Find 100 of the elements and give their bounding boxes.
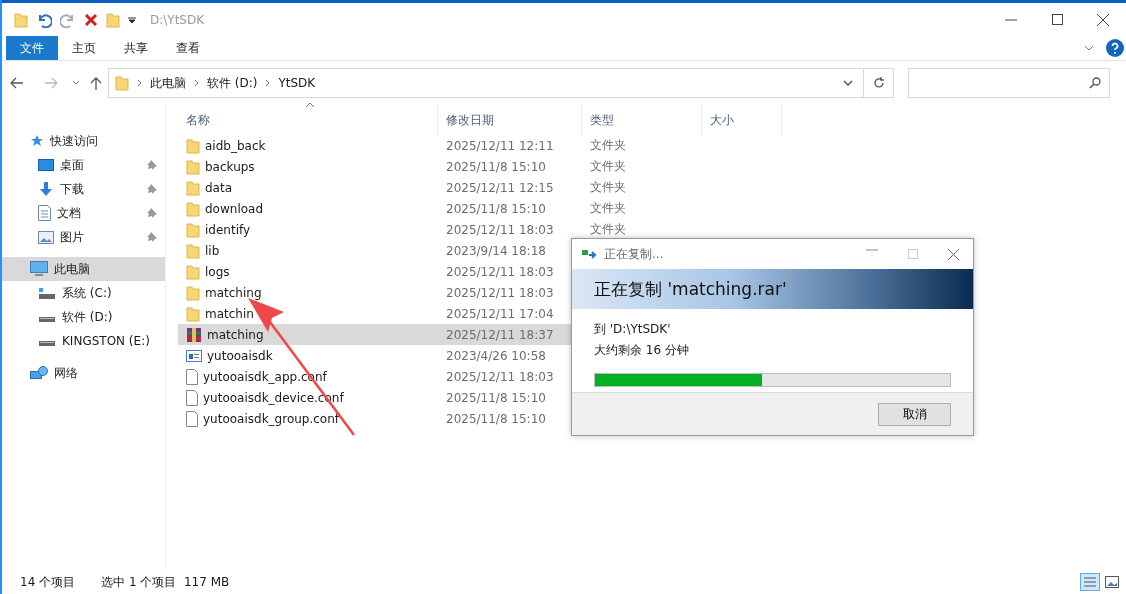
drive-icon xyxy=(39,341,55,346)
ribbon-tab[interactable]: 共享 xyxy=(110,36,162,60)
file-date: 2025/11/8 15:10 xyxy=(445,411,547,426)
item-count: 14 个项目 xyxy=(20,573,76,591)
close-icon[interactable] xyxy=(948,248,959,260)
computer-icon xyxy=(30,261,48,277)
column-header[interactable]: 修改日期 xyxy=(438,105,582,135)
file-row[interactable]: yutooaisdk 2023/4/26 10:58 xyxy=(178,345,572,366)
network-icon xyxy=(30,365,48,381)
folder-icon xyxy=(186,284,200,301)
file-row[interactable]: aidb_back 2025/12/11 12:11 文件夹 xyxy=(178,135,702,156)
nav-item[interactable]: KINGSTON (E:) xyxy=(2,329,165,353)
document-icon xyxy=(38,205,51,221)
file-row[interactable]: lib 2023/9/14 18:18 xyxy=(178,240,572,261)
file-name: lib xyxy=(178,242,438,259)
chevron-right-icon[interactable] xyxy=(137,79,142,87)
pin-icon[interactable] xyxy=(147,232,157,242)
file-name: yutooaisdk xyxy=(178,348,438,363)
file-date: 2025/12/11 18:37 xyxy=(445,327,555,342)
file-name: matching xyxy=(178,326,438,343)
maximize-icon xyxy=(1051,14,1063,25)
help-icon[interactable] xyxy=(1106,39,1124,57)
dropdown-icon[interactable] xyxy=(128,15,136,24)
folder-icon xyxy=(186,179,200,196)
folder-icon xyxy=(186,305,200,322)
nav-item[interactable]: 快速访问 xyxy=(2,129,165,153)
file-row[interactable]: matchin 2025/12/11 17:04 xyxy=(178,303,572,324)
folder-icon xyxy=(115,75,129,91)
file-name: backups xyxy=(178,158,438,175)
drive-icon xyxy=(39,317,55,322)
nav-item[interactable]: 下载 xyxy=(2,177,165,201)
breadcrumb[interactable]: 软件 (D:) xyxy=(207,74,258,92)
column-header[interactable]: 大小 xyxy=(702,105,782,135)
window-title: D:\YtSDK xyxy=(150,12,205,27)
chevron-right-icon[interactable] xyxy=(194,79,199,87)
address-bar[interactable]: 此电脑 软件 (D:) YtSDK xyxy=(108,68,864,98)
chevron-right-icon[interactable] xyxy=(265,79,271,87)
file-date: 2025/11/8 15:10 xyxy=(445,201,547,216)
folder-icon xyxy=(186,200,200,217)
pin-icon[interactable] xyxy=(147,184,157,194)
nav-item[interactable]: 文档 xyxy=(2,201,165,225)
back-icon[interactable] xyxy=(10,77,24,89)
file-row[interactable]: identify 2025/12/11 18:03 文件夹 xyxy=(178,219,702,240)
column-header[interactable]: 类型 xyxy=(582,105,702,135)
breadcrumb[interactable]: YtSDK xyxy=(278,76,316,90)
file-date: 2023/4/26 10:58 xyxy=(445,348,547,363)
cancel-button[interactable]: 取消 xyxy=(878,402,951,426)
minimize-icon xyxy=(1005,18,1017,21)
thumbnail-view-icon[interactable] xyxy=(1102,573,1122,591)
file-date: 2025/11/8 15:10 xyxy=(445,159,547,174)
nav-item[interactable]: 软件 (D:) xyxy=(2,305,165,329)
up-icon[interactable] xyxy=(90,76,102,90)
delete-icon[interactable] xyxy=(84,12,98,27)
pin-icon[interactable] xyxy=(147,160,157,170)
file-row[interactable]: logs 2025/12/11 18:03 xyxy=(178,261,572,282)
chevron-icon[interactable] xyxy=(72,80,80,86)
pin-icon[interactable] xyxy=(147,208,157,218)
window-icon xyxy=(186,348,202,363)
file-type: 文件夹 xyxy=(589,200,627,217)
nav-item[interactable]: 图片 xyxy=(2,225,165,249)
file-row[interactable]: backups 2025/11/8 15:10 文件夹 xyxy=(178,156,702,177)
folder-icon xyxy=(186,263,200,280)
undo-icon[interactable] xyxy=(36,11,52,28)
file-name: identify xyxy=(178,221,438,238)
column-header[interactable]: 名称 xyxy=(178,105,438,135)
file-name: aidb_back xyxy=(178,137,438,154)
file-row[interactable]: download 2025/11/8 15:10 文件夹 xyxy=(178,198,702,219)
chevron-icon[interactable] xyxy=(1084,45,1094,51)
breadcrumb[interactable]: 此电脑 xyxy=(150,74,186,92)
search-icon xyxy=(1089,77,1101,89)
nav-item[interactable]: 此电脑 xyxy=(2,257,165,281)
file-icon xyxy=(186,410,198,427)
copy-icon xyxy=(582,248,598,260)
ribbon-tab[interactable]: 查看 xyxy=(162,36,214,60)
file-name: matchin xyxy=(178,305,438,322)
folder-icon xyxy=(186,158,200,175)
dropdown-icon[interactable] xyxy=(843,80,853,86)
close-icon xyxy=(1097,13,1109,26)
folder-icon xyxy=(106,11,120,28)
file-row[interactable]: matching 2025/12/11 18:03 xyxy=(178,282,572,303)
archive-icon xyxy=(186,326,202,343)
folder-icon xyxy=(186,221,200,238)
selection-info: 选中 1 个项目 117 MB xyxy=(101,573,230,591)
file-row[interactable]: data 2025/12/11 12:15 文件夹 xyxy=(178,177,702,198)
file-row[interactable]: matching 2025/12/11 18:37 xyxy=(178,324,572,345)
nav-item[interactable]: 系统 (C:) xyxy=(2,281,165,305)
folder-icon xyxy=(186,137,200,154)
star-icon xyxy=(30,134,44,148)
search-field[interactable] xyxy=(908,68,1110,98)
dialog-title: 正在复制... xyxy=(604,245,664,263)
refresh-button[interactable] xyxy=(864,68,894,98)
redo-icon[interactable] xyxy=(60,11,76,28)
ribbon-tab[interactable]: 文件 xyxy=(6,36,58,60)
drive-icon xyxy=(38,286,56,300)
file-name: logs xyxy=(178,263,438,280)
pictures-icon xyxy=(38,230,54,244)
nav-item[interactable]: 网络 xyxy=(2,361,165,385)
nav-item[interactable]: 桌面 xyxy=(2,153,165,177)
ribbon-tab[interactable]: 主页 xyxy=(58,36,110,60)
file-row[interactable]: yutooaisdk_group.conf 2025/11/8 15:10 xyxy=(178,408,572,429)
